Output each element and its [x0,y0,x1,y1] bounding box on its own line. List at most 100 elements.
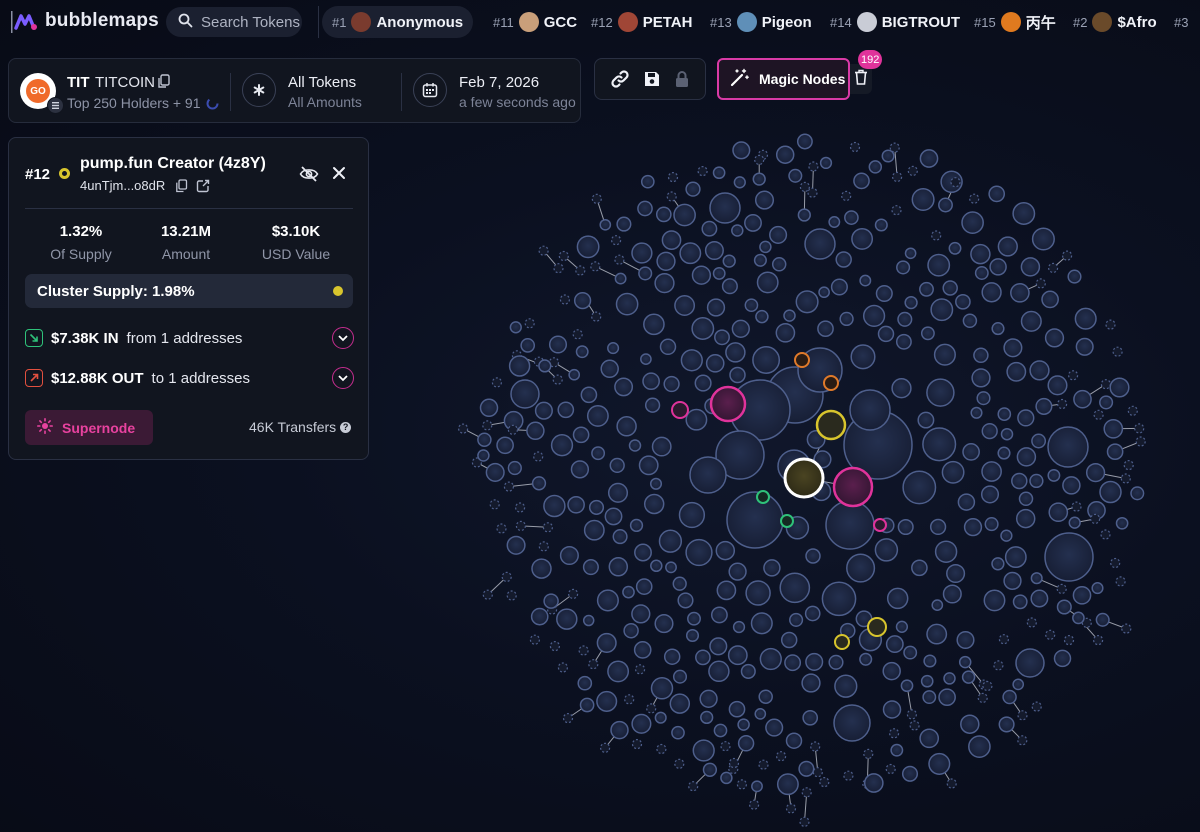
holder-bubble[interactable] [709,192,741,224]
holder-bubble[interactable] [807,187,818,198]
holder-bubble[interactable] [1029,473,1044,489]
holder-bubble[interactable] [591,446,606,461]
holder-bubble[interactable] [868,160,883,174]
holder-bubble[interactable] [501,571,512,583]
holder-bubble[interactable] [607,482,629,503]
cluster-bubble[interactable] [834,634,850,650]
holder-bubble[interactable] [650,677,674,700]
holder-bubble[interactable] [1135,436,1146,447]
transfers-out-row[interactable]: $12.88K OUT to 1 addresses [25,367,250,389]
holder-bubble[interactable] [529,634,541,645]
holder-bubble[interactable] [496,436,514,455]
holder-bubble[interactable] [672,576,687,591]
holder-bubble[interactable] [542,522,554,533]
holder-bubble[interactable] [575,345,589,359]
holder-bubble[interactable] [882,661,901,681]
holder-bubble[interactable] [988,185,1006,203]
holder-bubble[interactable] [904,295,918,310]
holder-bubble[interactable] [491,377,502,388]
holder-bubble[interactable] [700,710,714,725]
holder-bubble[interactable] [607,342,620,355]
calendar-icon[interactable] [413,73,447,107]
holder-bubble[interactable] [775,145,795,164]
holder-bubble[interactable] [991,557,1005,571]
holder-bubble[interactable] [821,581,857,617]
holder-bubble[interactable] [553,263,564,274]
holder-bubble[interactable] [694,374,712,392]
holder-bubble[interactable] [750,612,773,635]
holder-bubble[interactable] [1099,480,1122,504]
holder-bubble[interactable] [993,660,1004,671]
holder-bubble[interactable] [654,614,674,634]
holder-bubble[interactable] [839,311,854,327]
holder-bubble[interactable] [1044,328,1065,348]
holder-bubble[interactable] [1020,310,1042,332]
holder-bubble[interactable] [507,460,522,476]
holder-bubble[interactable] [961,211,984,234]
holder-bubble[interactable] [643,493,665,515]
cluster-supply-row[interactable]: Cluster Supply: 1.98% [25,274,353,308]
holder-bubble[interactable] [895,620,909,633]
holder-bubble[interactable] [607,660,630,683]
holder-bubble[interactable] [941,460,965,484]
holder-bubble[interactable] [706,298,726,317]
holder-bubble[interactable] [805,548,821,564]
holder-bubble[interactable] [714,329,730,346]
holder-bubble[interactable] [981,282,1002,303]
lock-icon[interactable] [674,70,690,88]
holder-bubble[interactable] [642,372,660,391]
holder-bubble[interactable] [685,408,708,431]
holder-bubble[interactable] [697,166,708,177]
holder-bubble[interactable] [740,663,756,679]
holder-bubble[interactable] [562,712,574,724]
holder-bubble[interactable] [1012,678,1025,691]
holder-bubble[interactable] [596,690,618,712]
holder-bubble[interactable] [710,606,728,624]
holder-bubble[interactable] [665,561,677,574]
holder-bubble[interactable] [819,776,830,788]
holder-bubble[interactable] [780,631,798,649]
holder-bubble[interactable] [1020,257,1041,277]
holder-bubble[interactable] [669,693,691,714]
holder-bubble[interactable] [1000,529,1013,542]
holder-bubble[interactable] [534,401,553,420]
holder-bubble[interactable] [548,335,568,354]
snapshot-date[interactable]: Feb 7, 2026 [459,74,539,91]
holder-bubble[interactable] [933,343,956,366]
holder-bubble[interactable] [699,689,718,708]
holder-bubble[interactable] [763,559,781,577]
holder-bubble[interactable] [599,742,611,753]
holder-bubble[interactable] [705,353,725,373]
holder-bubble[interactable] [922,427,957,462]
holder-bubble[interactable] [1130,486,1145,501]
holder-bubble[interactable] [515,520,527,532]
holder-bubble[interactable] [688,781,699,792]
holder-bubble[interactable] [755,309,769,324]
holder-bubble[interactable] [722,254,736,268]
holder-bubble[interactable] [801,787,812,798]
holder-bubble[interactable] [1056,583,1067,595]
holder-bubble[interactable] [685,538,713,567]
holder-bubble[interactable] [1017,735,1028,746]
holder-bubble[interactable] [851,227,874,250]
holder-bubble[interactable] [1035,278,1046,289]
holder-bubble[interactable] [650,559,663,573]
holder-bubble[interactable] [931,230,942,241]
holder-bubble[interactable] [1063,634,1075,646]
holder-bubble[interactable] [998,716,1015,733]
holder-bubble[interactable] [962,313,978,329]
holder-bubble[interactable] [635,578,653,595]
holder-bubble[interactable] [928,752,951,775]
holder-bubble[interactable] [804,228,836,260]
holder-bubble[interactable] [1091,582,1104,595]
holder-bubble[interactable] [727,645,748,666]
holder-bubble[interactable] [890,743,904,757]
holder-bubble[interactable] [728,562,747,581]
cluster-bubble[interactable] [815,409,847,441]
holder-bubble[interactable] [841,190,852,201]
holder-bubble[interactable] [1067,370,1079,381]
help-icon[interactable]: ? [340,421,352,433]
cluster-bubble[interactable] [780,514,794,528]
holder-bubble[interactable] [712,166,726,180]
holder-bubble[interactable] [1031,227,1055,251]
